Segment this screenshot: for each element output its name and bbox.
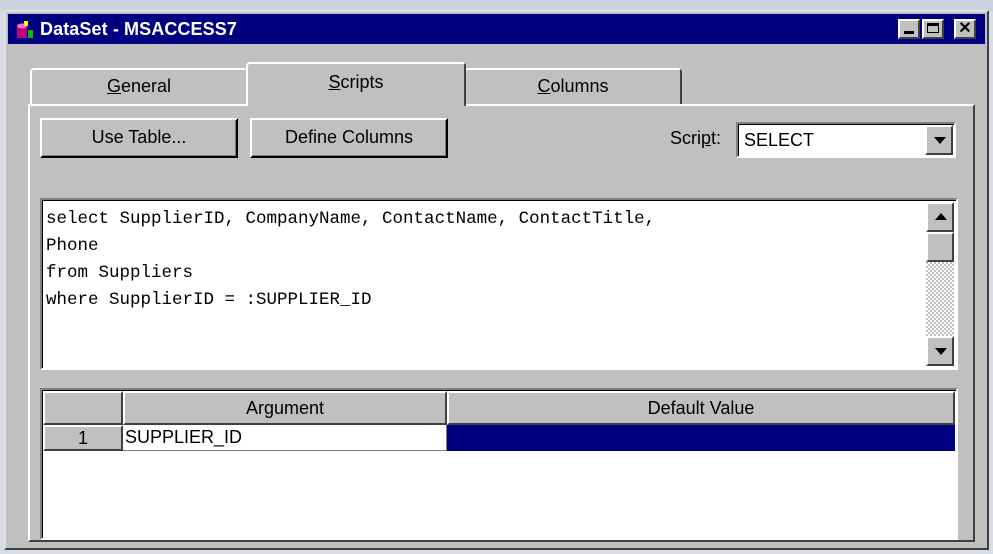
column-header-default-value[interactable]: Default Value xyxy=(447,391,955,425)
sql-editor[interactable]: select SupplierID, CompanyName, ContactN… xyxy=(40,198,958,370)
tab-general-label: eneral xyxy=(120,76,172,96)
column-header-argument[interactable]: Argument xyxy=(123,391,447,425)
cell-argument[interactable]: SUPPLIER_ID xyxy=(123,425,447,451)
use-table-button[interactable]: Use Table... xyxy=(40,118,238,158)
tab-general[interactable]: General xyxy=(30,68,248,104)
script-label-accel: p xyxy=(701,128,712,148)
arguments-grid: Argument Default Value 1 SUPPLIER_ID xyxy=(40,388,958,540)
editor-vertical-scrollbar[interactable] xyxy=(926,202,954,366)
minimize-button[interactable] xyxy=(898,19,920,39)
tab-general-accel: G xyxy=(106,76,121,96)
sql-editor-text[interactable]: select SupplierID, CompanyName, ContactN… xyxy=(46,206,926,314)
script-label-pre: Scri xyxy=(670,128,701,148)
chevron-down-icon xyxy=(934,137,946,144)
close-button[interactable]: ✕ xyxy=(954,19,976,39)
tab-columns-accel: C xyxy=(537,76,551,96)
define-columns-button[interactable]: Define Columns xyxy=(250,118,448,158)
cell-default-value[interactable] xyxy=(447,425,955,451)
arrow-down-icon xyxy=(935,348,947,355)
tab-columns-label: olumns xyxy=(550,76,609,96)
scroll-up-button[interactable] xyxy=(926,202,954,232)
close-icon: ✕ xyxy=(958,20,972,37)
maximize-icon xyxy=(927,23,939,33)
minimize-icon xyxy=(904,31,914,34)
dataset-window: DataSet - MSACCESS7 ✕ General Scripts Co… xyxy=(4,10,989,550)
tab-scripts[interactable]: Scripts xyxy=(246,62,466,106)
script-select-dropdown-button[interactable] xyxy=(925,125,953,155)
script-select-value: SELECT xyxy=(744,130,815,150)
scrollbar-thumb[interactable] xyxy=(926,232,954,262)
title-bar[interactable]: DataSet - MSACCESS7 ✕ xyxy=(8,14,985,44)
script-label-post: t: xyxy=(711,128,722,148)
tab-scripts-accel: S xyxy=(328,72,341,92)
window-title: DataSet - MSACCESS7 xyxy=(40,19,237,39)
database-icon xyxy=(17,21,33,38)
grid-corner-header xyxy=(43,391,123,425)
script-select[interactable]: SELECT xyxy=(736,122,956,158)
row-header-1[interactable]: 1 xyxy=(43,425,123,451)
script-label: Script: xyxy=(670,128,721,149)
tab-columns[interactable]: Columns xyxy=(464,68,682,104)
scripts-panel: Use Table... Define Columns Script: SELE… xyxy=(28,104,975,542)
tab-scripts-label: cripts xyxy=(340,72,384,92)
arrow-up-icon xyxy=(935,213,947,220)
scroll-down-button[interactable] xyxy=(926,336,954,366)
maximize-button[interactable] xyxy=(922,19,944,39)
